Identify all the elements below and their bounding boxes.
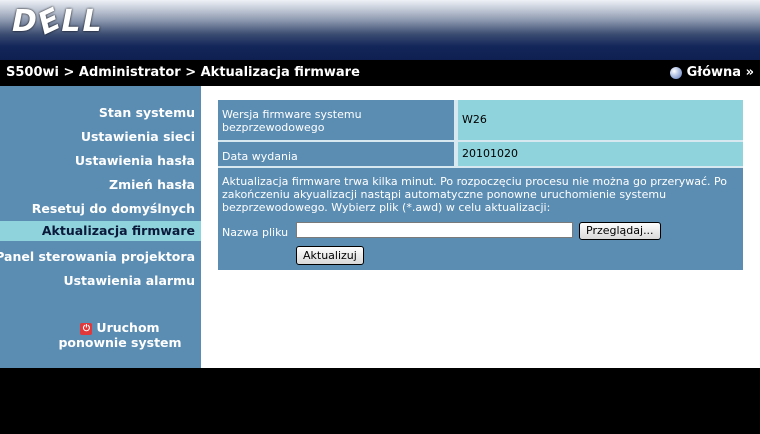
- dell-logo: DELL: [12, 0, 104, 43]
- sidebar-item-network-settings[interactable]: Ustawienia sieci: [81, 129, 195, 144]
- release-label: Data wydania: [218, 150, 454, 163]
- sidebar-item-password-settings[interactable]: Ustawienia hasła: [75, 153, 195, 168]
- version-value: W26: [458, 100, 743, 140]
- row-divider: [218, 166, 743, 168]
- home-link[interactable]: Główna »: [669, 65, 754, 80]
- file-name-label: Nazwa pliku: [222, 226, 289, 239]
- update-description: Aktualizacja firmware trwa kilka minut. …: [222, 175, 728, 214]
- sidebar-item-change-password[interactable]: Zmień hasła: [109, 177, 195, 192]
- sidebar-item-projector-control[interactable]: Panel sterowania projektora: [0, 249, 195, 264]
- breadcrumb-bar: S500wi > Administrator > Aktualizacja fi…: [0, 60, 760, 86]
- sidebar-item-system-status[interactable]: Stan systemu: [99, 105, 195, 120]
- file-name-input[interactable]: [296, 222, 573, 238]
- sidebar-item-alarm-settings[interactable]: Ustawienia alarmu: [63, 273, 195, 288]
- firmware-panel: Wersja firmware systemu bezprzewodowego …: [218, 100, 743, 270]
- sidebar: Stan systemu Ustawienia sieci Ustawienia…: [0, 86, 201, 368]
- power-icon: ⏻: [80, 323, 93, 335]
- column-divider: [454, 100, 458, 166]
- update-button[interactable]: Aktualizuj: [296, 246, 364, 265]
- release-value: 20101020: [458, 142, 743, 166]
- home-icon: [669, 66, 682, 79]
- restart-label: Uruchom ponownie system: [58, 320, 182, 350]
- footer: [0, 368, 760, 434]
- version-label: Wersja firmware systemu bezprzewodowego: [218, 108, 454, 138]
- breadcrumb: S500wi > Administrator > Aktualizacja fi…: [6, 65, 360, 80]
- main-content: Wersja firmware systemu bezprzewodowego …: [201, 86, 760, 368]
- sidebar-item-reset-defaults[interactable]: Resetuj do domyślnych: [32, 201, 195, 216]
- header-banner: DELL: [0, 0, 760, 60]
- browse-button[interactable]: Przeglądaj...: [579, 222, 661, 240]
- restart-system-button[interactable]: ⏻ Uruchom ponownie system: [45, 320, 195, 350]
- home-label: Główna »: [686, 65, 754, 80]
- sidebar-item-firmware-update[interactable]: Aktualizacja firmware: [0, 221, 201, 241]
